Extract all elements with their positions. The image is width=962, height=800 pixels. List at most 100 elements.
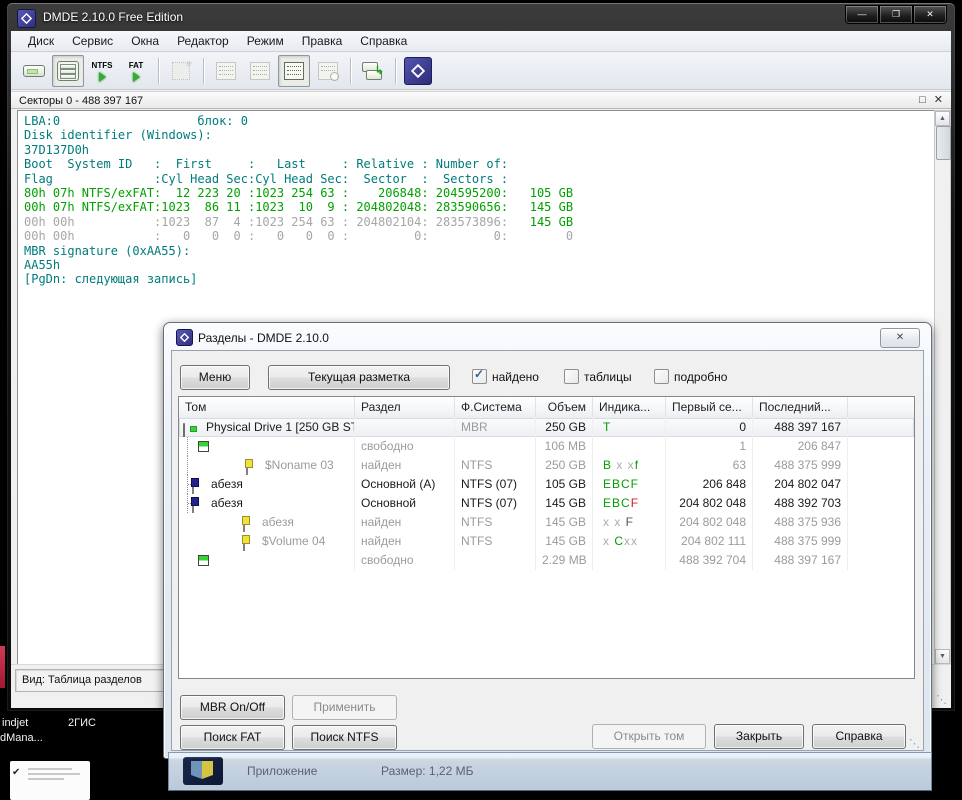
table-row[interactable]: абезяОсновнойNTFS (07)145 GBEBCF204 802 … bbox=[179, 494, 914, 513]
menu-edit[interactable]: Правка bbox=[293, 32, 352, 50]
table-cell: 204 802 048 bbox=[666, 494, 753, 513]
table-cell: NTFS bbox=[455, 532, 536, 551]
desktop-icon-label[interactable]: 2ГИС bbox=[68, 717, 96, 729]
scroll-down-icon[interactable]: ▼ bbox=[935, 649, 950, 664]
table-row[interactable]: Physical Drive 1 [250 GB ST...MBR250 GBT… bbox=[179, 418, 914, 437]
close-dialog-button[interactable]: Закрыть bbox=[714, 724, 804, 749]
indicator-flags: EBCF bbox=[603, 477, 639, 491]
ntfs-search-icon[interactable]: NTFS bbox=[86, 55, 118, 87]
table-cell: x x F bbox=[593, 513, 666, 532]
desktop: { "window": { "title": "DMDE 2.10.0 Free… bbox=[0, 0, 962, 800]
free-space-icon bbox=[198, 441, 209, 452]
table-header-row[interactable]: ТомРазделФ.СистемаОбъемИндика...Первый с… bbox=[179, 397, 914, 419]
text-view-icon[interactable] bbox=[278, 55, 310, 87]
table-cell: NTFS bbox=[455, 456, 536, 475]
resize-grip-icon[interactable]: ⋱ bbox=[909, 737, 920, 750]
table-row[interactable]: абезянайденNTFS145 GBx x F204 802 048488… bbox=[179, 513, 914, 532]
table-row[interactable]: $Noname 03найденNTFS250 GBB x xf63488 37… bbox=[179, 456, 914, 475]
scroll-up-icon[interactable]: ▲ bbox=[935, 111, 950, 126]
menu-mode[interactable]: Режим bbox=[238, 32, 293, 50]
table-cell: NTFS (07) bbox=[455, 494, 536, 513]
list-view-icon bbox=[244, 55, 276, 87]
menu-button[interactable]: Меню bbox=[180, 365, 250, 390]
single-partition-icon[interactable] bbox=[18, 55, 50, 87]
properties-window-strip[interactable]: Приложение Размер: 1,22 МБ bbox=[168, 752, 932, 791]
table-cell: 488 375 936 bbox=[753, 513, 848, 532]
table-row[interactable]: свободно2.29 MB488 392 704488 397 167 bbox=[179, 551, 914, 570]
sector-text: LBA:0 блок: 0Disk identifier (Windows):3… bbox=[24, 114, 573, 287]
current-layout-button[interactable]: Текущая разметка bbox=[268, 365, 450, 390]
vertical-scrollbar[interactable]: ▲ ▼ bbox=[934, 110, 951, 665]
checkbox-box[interactable]: ✓ bbox=[472, 369, 487, 384]
search-fat-button[interactable]: Поиск FAT bbox=[180, 725, 285, 750]
swap-windows-icon[interactable]: ↳ bbox=[357, 55, 389, 87]
table-cell: x Cxx bbox=[593, 532, 666, 551]
menu-windows[interactable]: Окна bbox=[122, 32, 168, 50]
dialog-content: Меню Текущая разметка ✓ найдено таблицы … bbox=[171, 350, 924, 751]
menu-help[interactable]: Справка bbox=[351, 32, 416, 50]
mbr-onoff-button[interactable]: MBR On/Off bbox=[180, 695, 285, 720]
maximize-button[interactable]: ❐ bbox=[879, 5, 913, 24]
checkbox-found[interactable]: ✓ найдено bbox=[472, 369, 539, 384]
sector-text-line: MBR signature (0xAA55): bbox=[24, 244, 573, 258]
dialog-close-button[interactable]: ✕ bbox=[880, 328, 920, 348]
column-header[interactable]: Последний... bbox=[753, 397, 848, 417]
desktop-document-icon[interactable]: ✔ bbox=[10, 761, 90, 800]
apply-button: Применить bbox=[292, 695, 397, 720]
column-header[interactable]: Первый се... bbox=[666, 397, 753, 417]
checkbox-detailed[interactable]: подробно bbox=[654, 369, 727, 384]
column-header[interactable]: Ф.Система bbox=[455, 397, 536, 417]
table-cell: найден bbox=[355, 513, 455, 532]
resize-grip-icon[interactable]: ⋱ bbox=[936, 693, 947, 706]
column-header[interactable]: Объем bbox=[536, 397, 593, 417]
table-cell: 488 375 999 bbox=[753, 532, 848, 551]
indicator-flags: xx bbox=[624, 534, 638, 548]
table-cell: 206 847 bbox=[753, 437, 848, 456]
panel-maximize-icon[interactable]: □ bbox=[919, 92, 926, 109]
table-row[interactable]: свободно106 MB1206 847 bbox=[179, 437, 914, 456]
table-row[interactable]: абезяОсновной (А)NTFS (07)105 GBEBCF206 … bbox=[179, 475, 914, 494]
help-button[interactable]: Справка bbox=[812, 724, 906, 749]
close-button[interactable]: ✕ bbox=[913, 5, 947, 24]
table-cell: 106 MB bbox=[536, 437, 593, 456]
table-cell: 2.29 MB bbox=[536, 551, 593, 570]
table-cell: 488 397 167 bbox=[753, 418, 848, 437]
volume-icon-blue bbox=[192, 480, 194, 494]
table-cell: 0 bbox=[666, 418, 753, 437]
application-shield-icon bbox=[183, 757, 223, 785]
column-header[interactable]: Индика... bbox=[593, 397, 666, 417]
search-ntfs-button[interactable]: Поиск NTFS bbox=[292, 725, 397, 750]
indicator-flags: EBC bbox=[603, 496, 631, 510]
volume-icon-yellow bbox=[243, 537, 245, 551]
search-view-icon bbox=[312, 55, 344, 87]
column-header[interactable]: Том bbox=[179, 397, 355, 417]
table-cell: 204 802 047 bbox=[753, 475, 848, 494]
volume-name: $Volume 04 bbox=[262, 532, 325, 551]
table-row[interactable]: $Volume 04найденNTFS145 GBx Cxx204 802 1… bbox=[179, 532, 914, 551]
table-cell: найден bbox=[355, 456, 455, 475]
panel-close-icon[interactable]: ✕ bbox=[934, 92, 943, 109]
fat-search-icon[interactable]: FAT bbox=[120, 55, 152, 87]
menu-service[interactable]: Сервис bbox=[63, 32, 122, 50]
physical-drive-icon bbox=[183, 423, 185, 437]
title-bar[interactable]: DMDE 2.10.0 Free Edition — ❐ ✕ bbox=[7, 3, 955, 31]
minimize-button[interactable]: — bbox=[845, 5, 879, 24]
checkbox-box[interactable] bbox=[564, 369, 579, 384]
menu-disk[interactable]: Диск bbox=[19, 32, 63, 50]
table-cell bbox=[455, 551, 536, 570]
column-header[interactable]: Раздел bbox=[355, 397, 455, 417]
table-cell: Основной bbox=[355, 494, 455, 513]
checkbox-tables[interactable]: таблицы bbox=[564, 369, 632, 384]
dmde-about-icon[interactable] bbox=[402, 55, 434, 87]
menu-editor[interactable]: Редактор bbox=[168, 32, 238, 50]
desktop-icon-label[interactable]: indjet bbox=[2, 717, 28, 729]
scrollbar-thumb[interactable] bbox=[936, 126, 951, 160]
volume-name: абезя bbox=[262, 513, 294, 532]
checkbox-box[interactable] bbox=[654, 369, 669, 384]
volume-name: $Noname 03 bbox=[265, 456, 334, 475]
sector-text-line: 80h 07h NTFS/exFAT: 12 223 20 :1023 254 … bbox=[24, 186, 573, 200]
disk-list-icon[interactable] bbox=[52, 55, 84, 87]
sector-text-line: 00h 07h NTFS/exFAT:1023 86 11 :1023 10 9… bbox=[24, 200, 573, 214]
partitions-table: ТомРазделФ.СистемаОбъемИндика...Первый с… bbox=[178, 396, 915, 679]
desktop-icon-label[interactable]: dMana... bbox=[0, 732, 43, 744]
